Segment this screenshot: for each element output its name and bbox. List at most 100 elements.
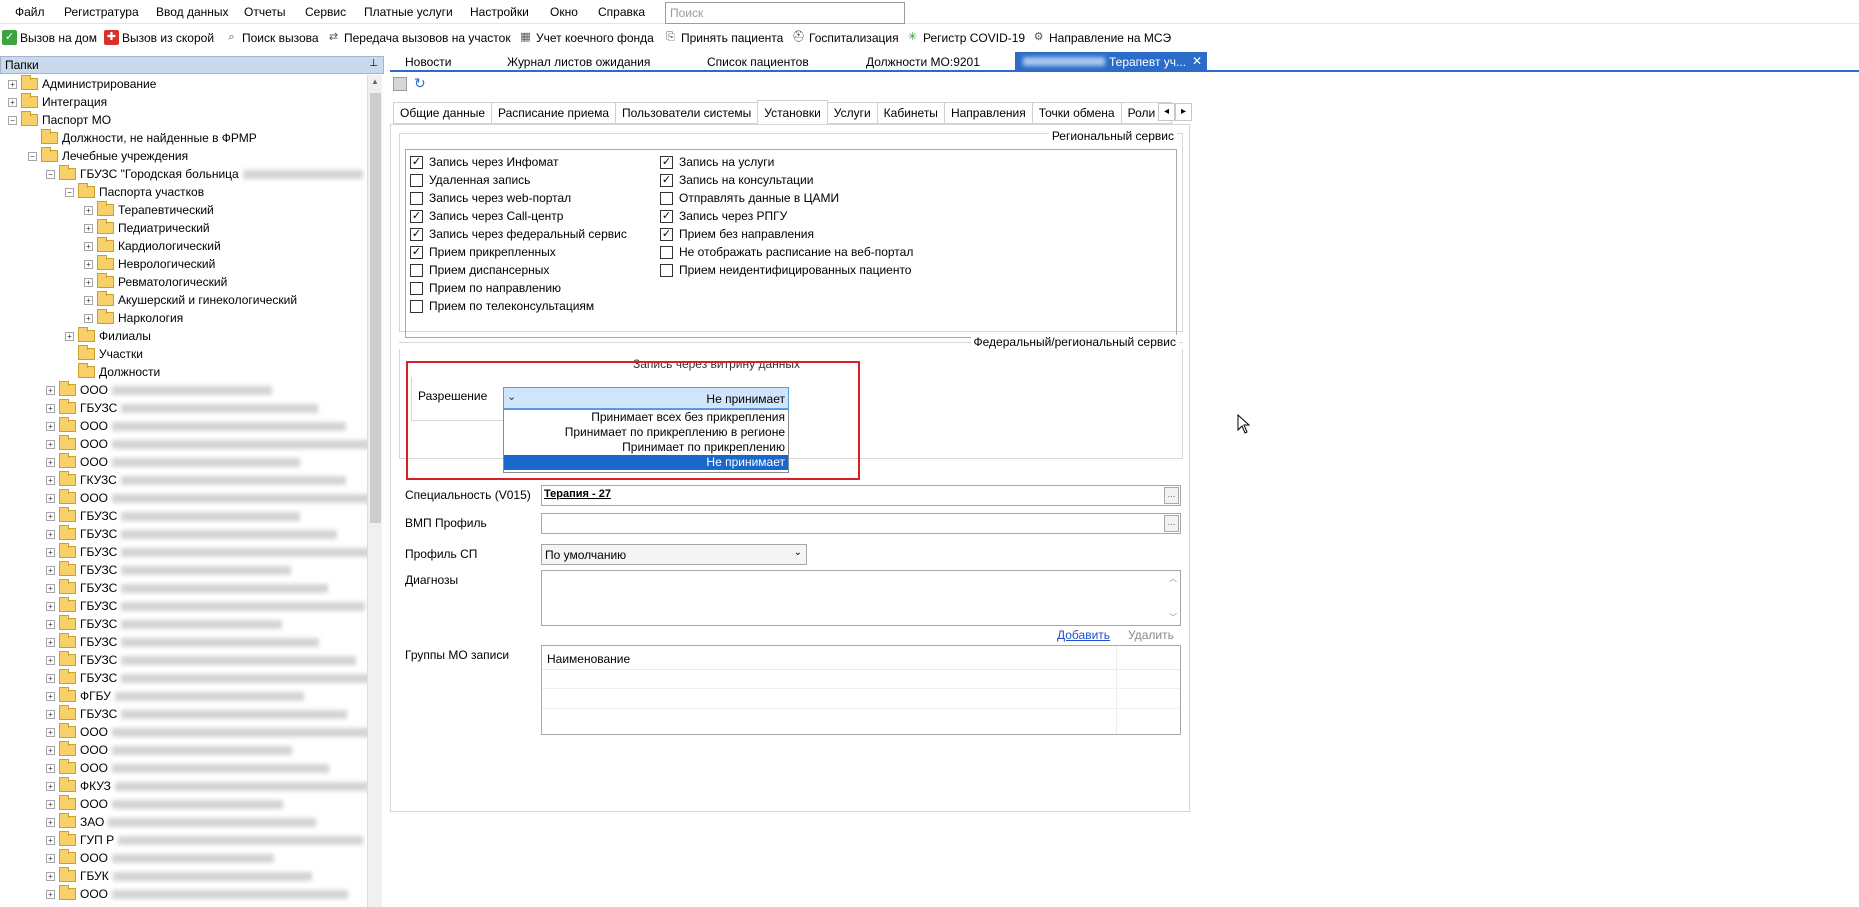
expand-icon[interactable]: + [46,691,55,701]
tree-node[interactable]: + Педиатрический [84,219,210,237]
collapse-icon[interactable]: − [46,169,55,179]
expand-icon[interactable]: + [46,385,55,395]
expand-icon[interactable]: + [8,79,17,89]
vmp-field[interactable]: … [541,513,1181,534]
menu-item-1[interactable]: Регистратура [64,5,139,19]
checkbox-right-4[interactable]: ✓ Прием без направления [660,226,814,242]
tree-node[interactable]: + ГКУЗС [46,471,346,489]
checkbox-unchecked-icon[interactable] [410,281,423,295]
toolbar-button-6[interactable]: ⛑ Госпитализация [791,30,899,45]
tree-node[interactable]: + ФГБУ [46,687,304,705]
expand-icon[interactable]: + [84,241,93,251]
scroll-down-icon[interactable]: ﹀ [1169,612,1177,623]
checkbox-left-1[interactable]: Удаленная запись [410,172,530,188]
checkbox-unchecked-icon[interactable] [410,299,423,313]
expand-icon[interactable]: + [46,763,55,773]
expand-icon[interactable]: + [46,565,55,575]
expand-icon[interactable]: + [46,547,55,557]
collapse-icon[interactable]: − [65,187,74,197]
tree-node[interactable]: + ГБУЗС [46,615,283,633]
menu-item-7[interactable]: Окно [550,5,578,19]
expand-icon[interactable]: + [46,781,55,791]
expand-icon[interactable]: + [46,439,55,449]
tree-node[interactable]: + ГБУЗС [46,579,329,597]
tree-node[interactable]: + ООО [46,849,275,867]
checkbox-right-3[interactable]: ✓ Запись через РПГУ [660,208,787,224]
checkbox-right-2[interactable]: Отправлять данные в ЦАМИ [660,190,839,206]
checkbox-unchecked-icon[interactable] [410,191,423,205]
tree-node[interactable]: Должности [65,363,160,381]
expand-icon[interactable]: + [46,673,55,683]
checkbox-checked-icon[interactable]: ✓ [660,173,673,187]
specialty-field[interactable]: Терапия - 27 … [541,485,1181,506]
expand-icon[interactable]: + [46,601,55,611]
settings-tab-0[interactable]: Общие данные [393,102,493,124]
tree-node[interactable]: + ГБУЗС [46,543,367,561]
tree-scrollbar[interactable]: ▲ [367,75,382,907]
doc-tab-therapist[interactable]: Терапевт уч... ✕ [1015,52,1207,72]
expand-icon[interactable]: + [46,511,55,521]
checkbox-unchecked-icon[interactable] [660,191,673,205]
tree-node[interactable]: + ООО [46,381,273,399]
tree-node[interactable]: + ГБУЗС [46,633,320,651]
scroll-up-icon[interactable]: ▲ [371,77,379,86]
toolbar-button-7[interactable]: ✳ Регистр COVID-19 [905,30,1025,45]
menu-item-3[interactable]: Отчеты [244,5,285,19]
tree-node[interactable]: + ГБУК [46,867,312,885]
checkbox-checked-icon[interactable]: ✓ [410,245,423,259]
tree-node[interactable]: − Паспорта участков [65,183,204,201]
tree-node[interactable]: Участки [65,345,143,363]
expand-icon[interactable]: + [46,853,55,863]
menu-item-5[interactable]: Платные услуги [364,5,453,19]
expand-icon[interactable]: + [46,817,55,827]
expand-icon[interactable]: + [46,889,55,899]
doc-tab-news[interactable]: Новости [405,55,451,69]
doc-tab-positions[interactable]: Должности МО:9201 [866,55,980,69]
close-icon[interactable]: ✕ [1192,54,1202,68]
checkbox-right-5[interactable]: Не отображать расписание на веб-портал [660,244,913,260]
expand-icon[interactable]: + [84,277,93,287]
toolbar-button-3[interactable]: ⇄ Передача вызовов на участок [326,30,511,45]
tree-node[interactable]: + ООО [46,453,301,471]
tree-node[interactable]: + Интеграция [8,93,107,111]
menu-item-0[interactable]: Файл [15,5,45,19]
expand-icon[interactable]: + [46,799,55,809]
collapse-icon[interactable]: − [8,115,17,125]
tree-node[interactable]: + ГБУЗС [46,669,367,687]
tree-node[interactable]: + ГБУЗС [46,651,357,669]
settings-tab-4[interactable]: Услуги [826,102,878,124]
checkbox-unchecked-icon[interactable] [410,173,423,187]
expand-icon[interactable]: + [84,223,93,233]
tree-node[interactable]: + ООО [46,417,347,435]
settings-tab-7[interactable]: Точки обмена [1031,102,1122,124]
refresh-icon[interactable]: ↻ [414,75,426,92]
tree-node[interactable]: + ООО [46,885,349,903]
expand-icon[interactable]: + [46,457,55,467]
checkbox-right-1[interactable]: ✓ Запись на консультации [660,172,813,188]
toolbar-button-5[interactable]: ⎘ Принять пациента [663,30,783,45]
checkbox-left-5[interactable]: ✓ Прием прикрепленных [410,244,556,260]
tree-node[interactable]: + Терапевтический [84,201,214,219]
settings-tab-2[interactable]: Пользователи системы [615,102,759,124]
expand-icon[interactable]: + [46,871,55,881]
scroll-up-icon[interactable]: ︿ [1169,573,1177,584]
expand-icon[interactable]: + [46,475,55,485]
collapse-icon[interactable]: − [28,151,37,161]
tree-node[interactable]: + Акушерский и гинекологический [84,291,297,309]
tree-node[interactable]: + Администрирование [8,75,156,93]
checkbox-checked-icon[interactable]: ✓ [660,155,673,169]
tree-node[interactable]: + ГБУЗС [46,507,301,525]
expand-icon[interactable]: + [46,403,55,413]
diagnoses-textarea[interactable]: ︿ ﹀ [541,570,1181,626]
checkbox-left-4[interactable]: ✓ Запись через федеральный сервис [410,226,627,242]
tree-scrollbar-thumb[interactable] [370,93,381,523]
tree-node[interactable]: − Паспорт МО [8,111,111,129]
vmp-ellipsis-button[interactable]: … [1164,515,1179,532]
toolbar-button-1[interactable]: ✚ Вызов из скорой [104,30,214,45]
expand-icon[interactable]: + [8,97,17,107]
menu-item-4[interactable]: Сервис [305,5,346,19]
tree-node[interactable]: + ГБУЗС [46,561,292,579]
tree-node[interactable]: + Неврологический [84,255,215,273]
checkbox-checked-icon[interactable]: ✓ [410,227,423,241]
settings-tab-3[interactable]: Установки [757,100,828,124]
